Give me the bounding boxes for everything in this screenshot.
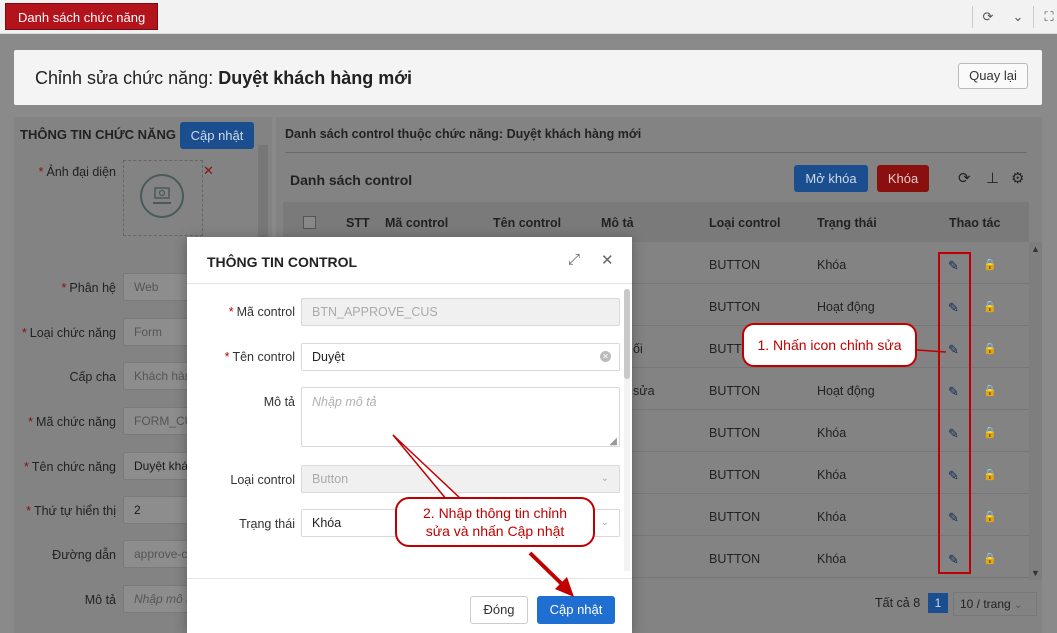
lock-icon[interactable]: 🔒 [983,426,997,439]
label-2: Cấp cha [69,370,116,384]
row-status: Khóa [817,468,847,482]
clear-icon[interactable]: ✕ [600,351,611,362]
back-button[interactable]: Quay lại [958,63,1028,89]
lock-icon[interactable]: 🔒 [983,258,997,271]
callout-step-2-line-2: sửa và nhấn Cập nhật [425,523,565,539]
pagination-page[interactable]: 1 [928,593,948,613]
row-control-type: BUTTON [709,384,761,398]
label-1: * Loại chức năng [21,326,116,340]
resize-handle-icon[interactable]: ◢ [609,437,617,447]
label-6: Đường dẫn [52,548,116,562]
col-control-name: Tên control [493,216,562,230]
row-status: Khóa [817,258,847,272]
row-control-type: BUTTON [709,300,761,314]
row-control-type: BUTTON [709,552,761,566]
lock-icon[interactable]: 🔒 [983,342,997,355]
maximize-icon[interactable]: ⤢ [568,251,580,268]
label-control-type: Loại control [230,473,295,487]
callout-step-2-line-1: 2. Nhập thông tin chỉnh [423,505,567,521]
description-textarea[interactable]: Nhập mô tả ◢ [301,387,620,447]
function-name: Duyệt khách hàng mới [218,68,413,88]
avatar-image [140,174,184,218]
avatar-label: * Ảnh đại diện [38,165,116,179]
label-control-code: * Mã control [228,305,295,319]
function-info-title: THÔNG TIN CHỨC NĂNG [20,127,176,142]
row-description: sửa [633,384,655,398]
top-tab-bar [0,0,1057,34]
page-size-select[interactable]: 10 / trang ⌄ [953,592,1037,616]
modal-footer-divider [187,578,632,579]
row-description: ối [633,342,643,356]
row-status: Khóa [817,510,847,524]
update-function-button[interactable]: Cập nhật [180,122,254,149]
col-description: Mô tả [601,216,634,230]
table-scrollbar[interactable]: ▲ ▼ [1029,242,1042,580]
lock-button[interactable]: Khóa [877,165,929,192]
remove-avatar-icon[interactable]: ✕ [203,163,214,179]
chevron-down-icon: ⌄ [600,473,609,484]
row-control-type: BUTTON [709,426,761,440]
control-type-select[interactable]: Button ⌄ [301,465,620,493]
control-name-input[interactable]: Duyệt ✕ [301,343,620,371]
col-control-code: Mã control [385,216,449,230]
label-3: * Mã chức năng [28,415,116,429]
row-status: Hoạt động [817,384,875,398]
close-button[interactable]: Đóng [470,596,528,624]
lock-icon[interactable]: 🔒 [983,468,997,481]
col-actions: Thao tác [949,216,1001,230]
modal-title: THÔNG TIN CONTROL [207,254,358,270]
reload-icon[interactable]: ⟳ [958,169,971,187]
close-icon[interactable]: ✕ [601,251,614,269]
update-control-button[interactable]: Cập nhật [537,596,615,624]
control-list-title: Danh sách control [290,172,413,188]
divider [285,152,1027,153]
label-status: Trạng thái [239,517,295,531]
col-control-type: Loại control [709,216,781,230]
toolbar-divider [1033,6,1034,28]
modal-header-divider [187,283,632,284]
label-control-name: * Tên control [224,350,295,364]
label-description: Mô tả [263,395,295,409]
row-status: Khóa [817,426,847,440]
toolbar-divider [972,6,973,28]
callout-step-2: 2. Nhập thông tin chỉnh sửa và nhấn Cập … [395,497,595,547]
refresh-icon[interactable]: ⟳ [977,6,999,28]
row-control-type: BUTTON [709,258,761,272]
label-5: * Thứ tự hiển thị [26,504,116,518]
row-control-type: BUTTON [709,468,761,482]
col-status: Trạng thái [817,216,877,230]
tab-function-list[interactable]: Danh sách chức năng [5,3,159,30]
highlight-edit-column [938,252,971,574]
modal-scrollbar[interactable] [624,289,630,571]
unlock-button[interactable]: Mở khóa [794,165,868,192]
row-status: Hoạt động [817,300,875,314]
fullscreen-icon[interactable]: ⛶ [1038,6,1057,28]
row-control-type: BUTTON [709,510,761,524]
pagination-total: Tất cả 8 [875,596,921,610]
control-code-input[interactable]: BTN_APPROVE_CUS [301,298,620,326]
select-all-checkbox[interactable] [303,216,316,229]
label-4: * Tên chức năng [24,460,116,474]
settings-gear-icon[interactable]: ⚙ [1011,169,1024,187]
lock-icon[interactable]: 🔒 [983,384,997,397]
label-7: Mô tả [84,593,116,607]
chevron-down-icon: ⌄ [600,517,609,528]
row-status: Khóa [817,552,847,566]
label-0: * Phân hệ [61,281,116,295]
page-title: Chỉnh sửa chức năng: Duyệt khách hàng mớ… [35,68,413,88]
lock-icon[interactable]: 🔒 [983,300,997,313]
control-list-heading: Danh sách control thuộc chức năng: Duyệt… [285,127,642,141]
chevron-down-icon[interactable]: ⌄ [1007,6,1029,28]
lock-icon[interactable]: 🔒 [983,510,997,523]
callout-step-1: 1. Nhấn icon chỉnh sửa [742,323,917,367]
column-height-icon[interactable]: ⊥ [986,169,999,187]
col-stt: STT [346,216,370,230]
lock-icon[interactable]: 🔒 [983,552,997,565]
